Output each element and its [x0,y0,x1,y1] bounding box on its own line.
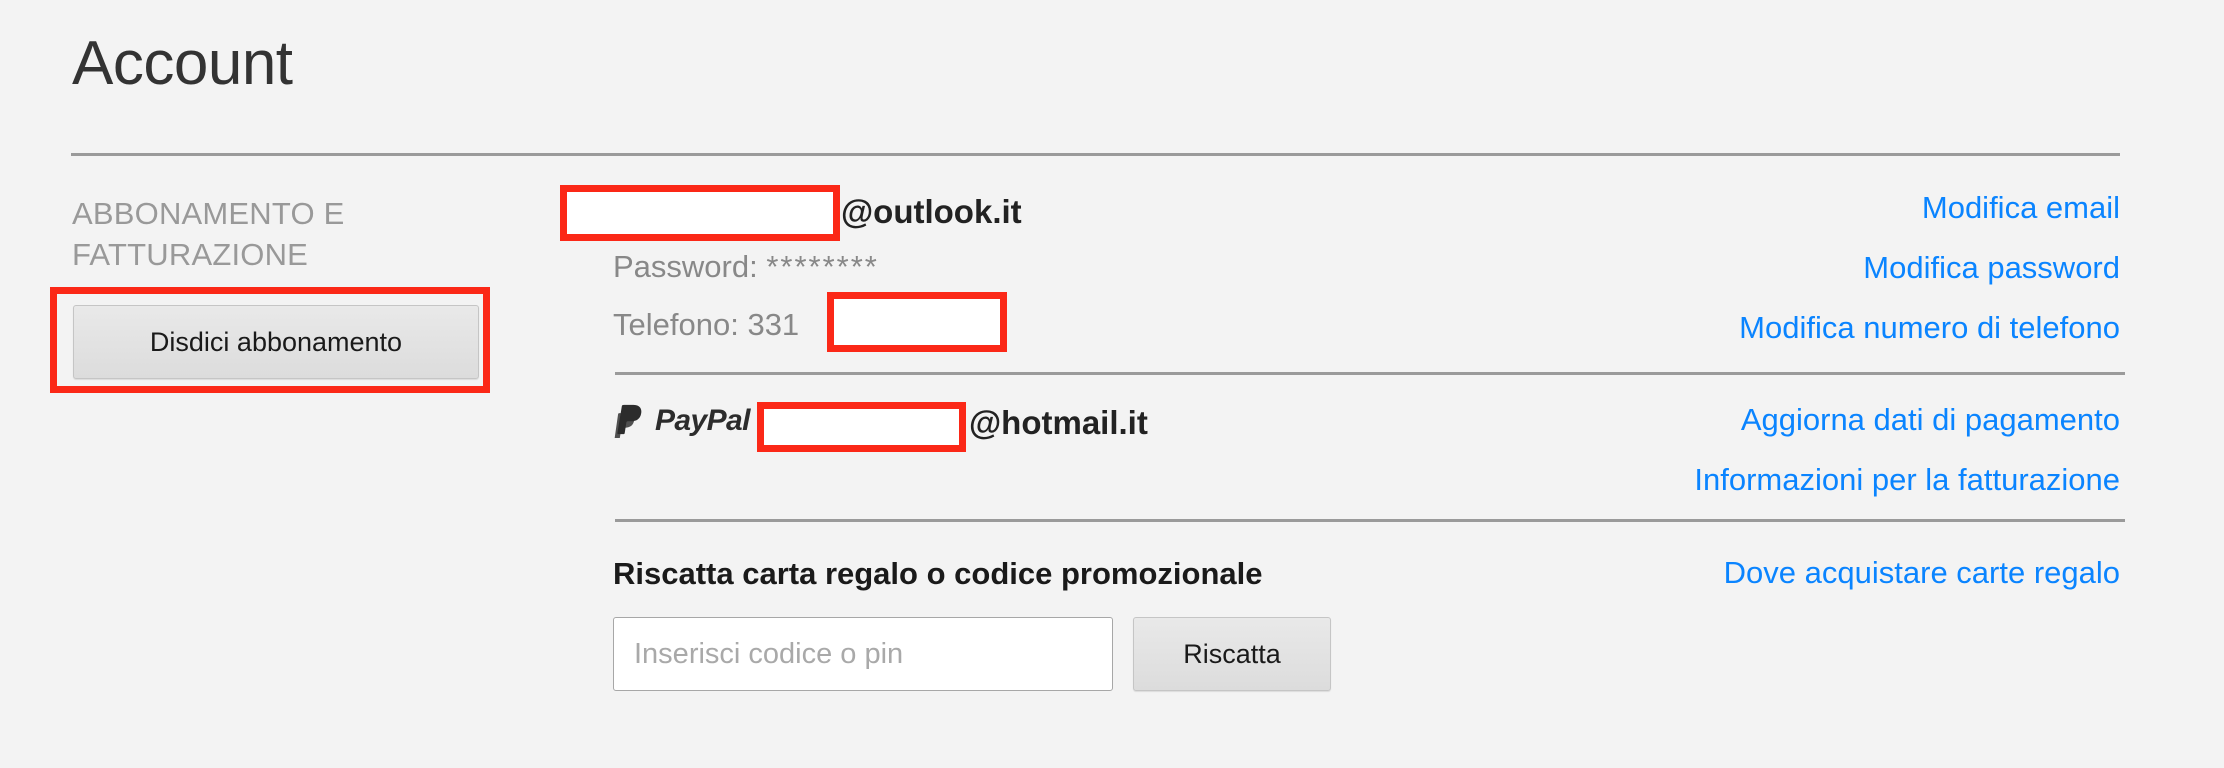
section-divider-payment [615,372,2125,375]
paypal-logo-icon: PayPal [612,404,750,438]
account-password-row: Password: ******** [613,247,879,287]
phone-prefix: 331 [747,307,800,342]
link-modifica-numero-telefono[interactable]: Modifica numero di telefono [1739,308,2120,348]
account-details-panel: @outlook.it Modifica email Password: ***… [0,0,2224,768]
link-modifica-password[interactable]: Modifica password [1863,248,2120,288]
paypal-email-domain: @hotmail.it [969,404,1148,441]
account-page: Account ABBONAMENTO E FATTURAZIONE Disdi… [0,0,2224,768]
account-email-domain: @outlook.it [841,193,1022,230]
link-dove-acquistare-carte-regalo[interactable]: Dove acquistare carte regalo [1724,553,2120,593]
paypal-email-redaction-box [757,402,966,452]
link-informazioni-fatturazione[interactable]: Informazioni per la fatturazione [1694,460,2120,500]
link-aggiorna-dati-pagamento[interactable]: Aggiorna dati di pagamento [1741,400,2120,440]
password-value: ******** [766,249,879,284]
phone-label: Telefono: [613,307,739,342]
redeem-section-title: Riscatta carta regalo o codice promozion… [613,556,1263,591]
phone-redaction-box [827,292,1007,352]
redeem-button[interactable]: Riscatta [1133,617,1331,691]
link-modifica-email[interactable]: Modifica email [1922,188,2120,228]
redeem-code-input[interactable] [613,617,1113,691]
section-divider-redeem [615,519,2125,522]
account-phone-row: Telefono: 331 [613,305,799,345]
paypal-wordmark: PayPal [655,404,750,437]
email-redaction-box [560,185,840,241]
password-label: Password: [613,249,758,284]
